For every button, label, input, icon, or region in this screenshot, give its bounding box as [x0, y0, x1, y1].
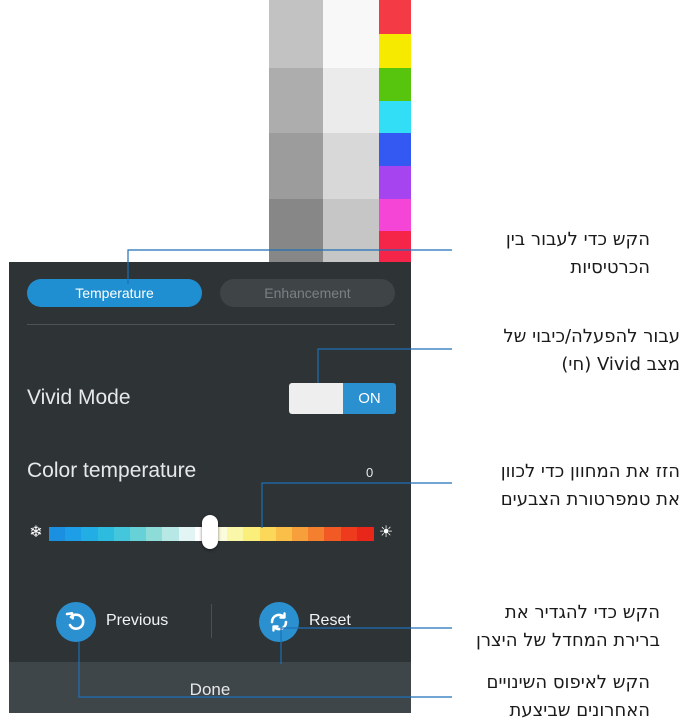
color-swatch	[379, 34, 411, 68]
gradient-segment	[275, 527, 293, 541]
previous-label: Previous	[106, 612, 169, 629]
divider	[27, 324, 395, 325]
vivid-mode-label: Vivid Mode	[27, 386, 131, 409]
gray-swatch	[323, 133, 379, 199]
previous-button[interactable]: Previous	[56, 602, 196, 642]
callout-text: הקש לאיפוס השינויים	[486, 672, 651, 693]
gradient-segment	[340, 527, 358, 541]
phone-screen: Temperature Enhancement Vivid Mode ON Co…	[9, 0, 411, 713]
gradient-segment	[324, 527, 342, 541]
color-swatch	[379, 231, 411, 262]
gradient-segment	[81, 527, 99, 541]
tab-temperature[interactable]: Temperature	[27, 279, 202, 307]
gray-swatch	[269, 0, 323, 68]
gradient-segment	[356, 527, 374, 541]
vivid-mode-toggle[interactable]: ON	[289, 383, 396, 414]
refresh-icon	[259, 602, 299, 642]
callout-reset: הקש כדי להגדיר את ברירת המחדל של היצרן	[440, 599, 660, 655]
callout-text: ברירת המחדל של היצרן	[475, 630, 660, 651]
gray-swatch	[269, 133, 323, 199]
color-swatch	[379, 199, 411, 231]
callout-text: הכרטיסיות	[570, 257, 650, 278]
toggle-on-label: ON	[343, 383, 396, 414]
color-temperature-label: Color temperature	[27, 459, 197, 482]
gradient-segment	[259, 527, 277, 541]
callout-text: האחרונים שביצעת	[509, 700, 650, 721]
callout-text: הקש כדי להגדיר את	[504, 602, 660, 623]
tab-bar: Temperature Enhancement	[27, 279, 395, 307]
gradient-segment	[97, 527, 115, 541]
gradient-segment	[308, 527, 325, 541]
gray-swatch	[269, 199, 323, 262]
gradient-segment	[65, 527, 82, 541]
gray-swatch	[323, 0, 379, 68]
callout-tabs: הקש כדי לעבור בין הכרטיסיות	[440, 226, 650, 282]
color-swatch	[379, 0, 411, 34]
color-swatch	[379, 166, 411, 199]
divider	[211, 604, 212, 638]
snowflake-icon: ❄	[29, 524, 43, 541]
gradient-segment	[146, 527, 163, 541]
color-swatch	[379, 101, 411, 133]
reset-label: Reset	[309, 612, 351, 629]
tab-enhancement[interactable]: Enhancement	[220, 279, 395, 307]
callout-text: עבור להפעלה/כיבוי של	[503, 326, 680, 347]
gradient-segment	[162, 527, 180, 541]
reset-button[interactable]: Reset	[259, 602, 389, 642]
color-temperature-value: 0	[366, 465, 374, 480]
done-button[interactable]: Done	[9, 662, 411, 713]
gray-swatch	[269, 68, 323, 133]
gray-swatch	[323, 199, 379, 262]
callout-previous: הקש לאיפוס השינויים האחרונים שביצעת	[440, 669, 651, 725]
callout-text: הקש כדי לעבור בין	[505, 229, 650, 250]
color-swatch	[379, 68, 411, 101]
color-temperature-slider[interactable]: ❄ ☀	[27, 515, 395, 549]
slider-thumb[interactable]	[202, 515, 218, 549]
callout-text: הזז את המחוון כדי לכוון	[500, 461, 680, 482]
gradient-segment	[49, 527, 66, 541]
callout-slider: הזז את המחוון כדי לכוון את טמפרטורת הצבע…	[440, 458, 680, 514]
color-preview-area	[9, 0, 411, 262]
gray-swatch	[323, 68, 379, 133]
toggle-off-side	[289, 383, 343, 414]
gradient-segment	[130, 527, 147, 541]
callout-vivid: עבור להפעלה/כיבוי של מצב Vivid (חי)	[440, 323, 680, 379]
gradient-segment	[178, 527, 196, 541]
gradient-segment	[227, 527, 244, 541]
color-swatch	[379, 133, 411, 166]
gradient-segment	[292, 527, 309, 541]
undo-arrow-icon	[56, 602, 96, 642]
sun-icon: ☀	[378, 524, 394, 541]
gradient-segment	[243, 527, 261, 541]
callout-text: את טמפרטורת הצבעים	[500, 489, 680, 510]
gradient-segment	[113, 527, 131, 541]
callout-text: מצב Vivid (חי)	[561, 354, 680, 375]
